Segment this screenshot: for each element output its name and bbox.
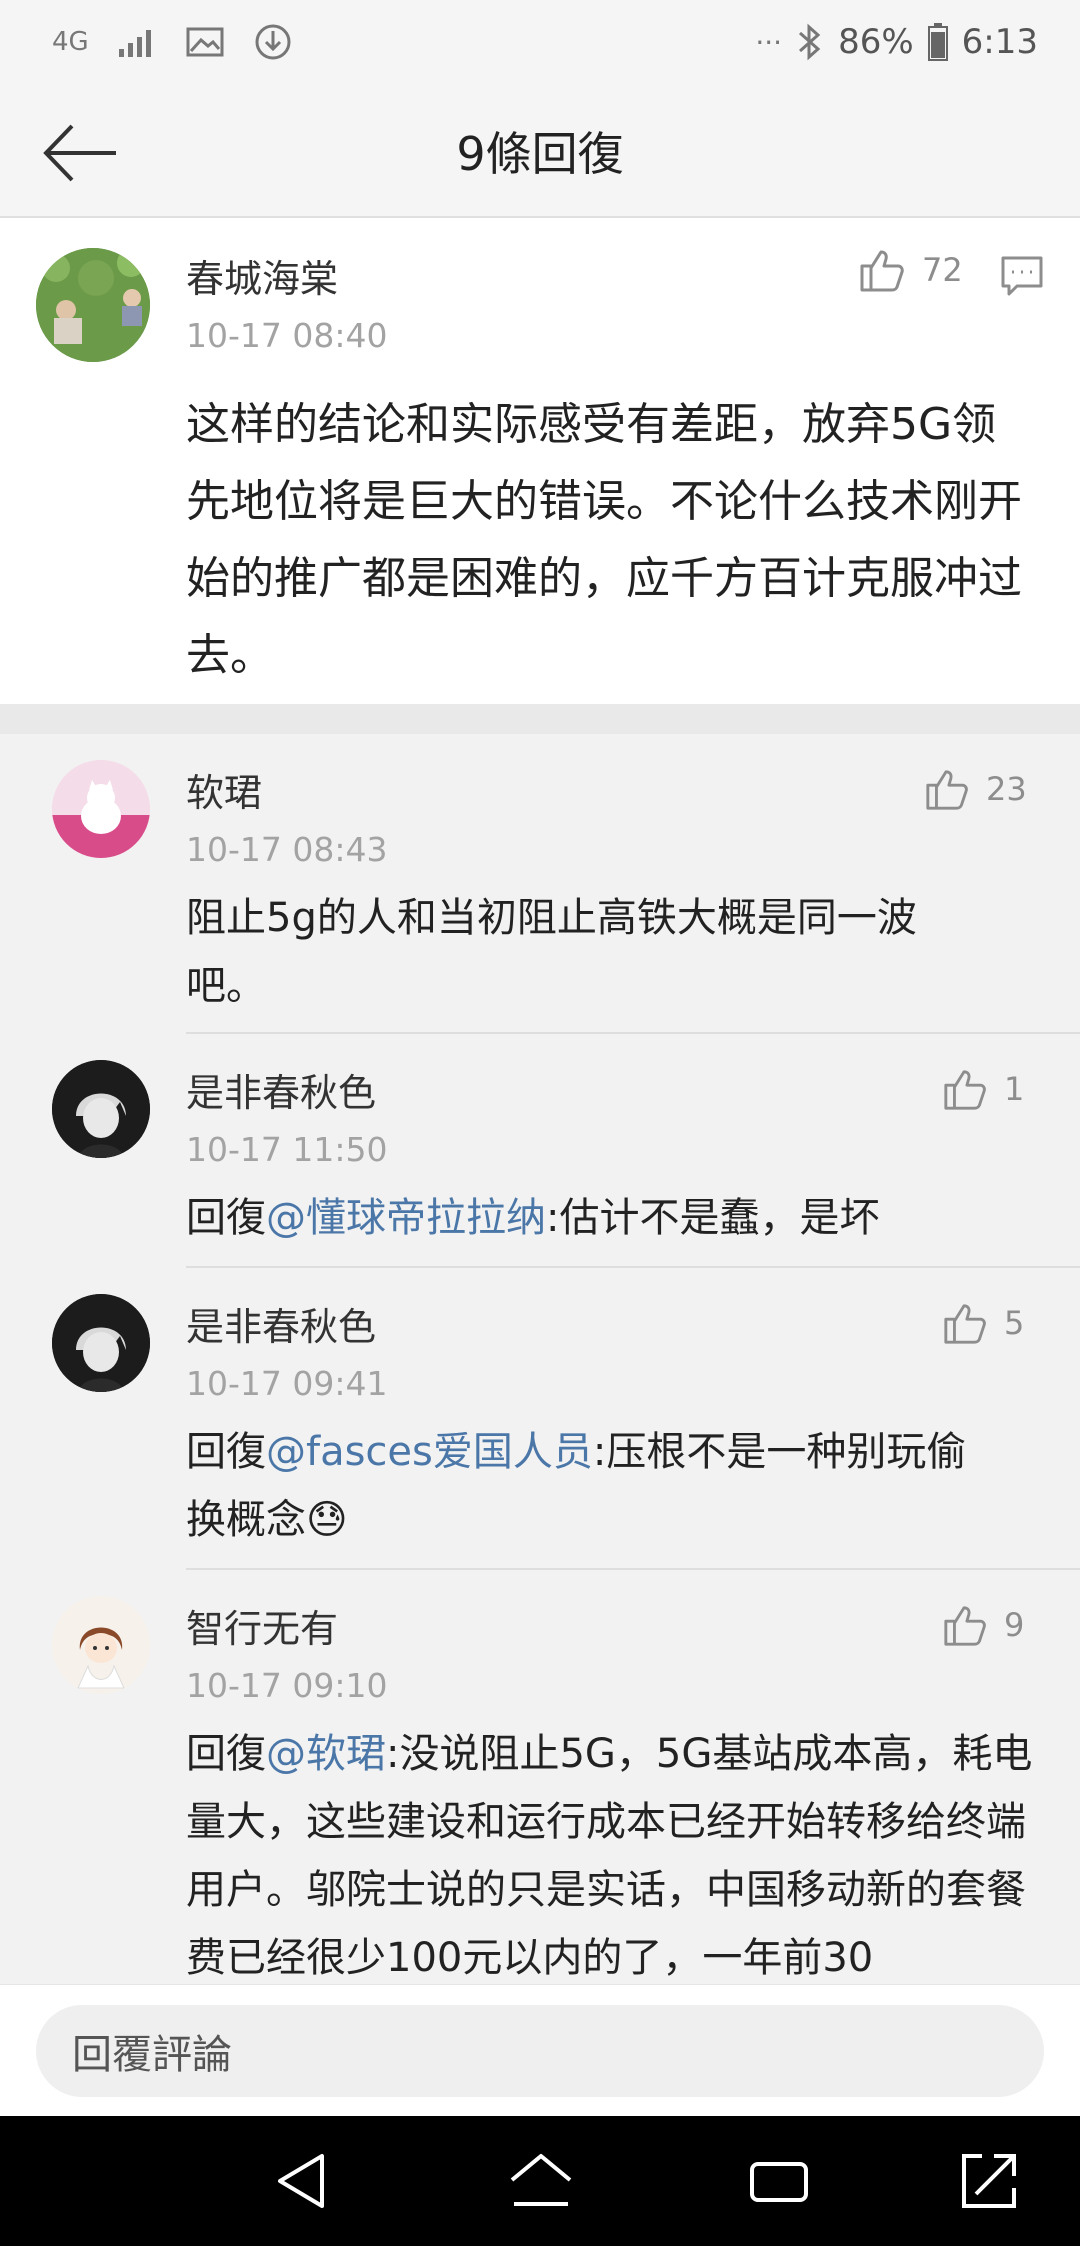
reply-prefix: 回復 <box>186 1429 266 1475</box>
reply-prefix: 回復 <box>186 1731 266 1777</box>
signal-icon <box>118 30 151 57</box>
reply-text: 回復@fasces爱国人员:压根不是一种别玩偷换概念😓 <box>186 1418 1006 1554</box>
comment-time: 10-17 08:40 <box>186 316 388 355</box>
nav-back-button[interactable] <box>270 2148 336 2214</box>
reply-time: 10-17 09:41 <box>186 1364 388 1403</box>
reply-text: 回復@懂球帝拉拉纳:估计不是蠢，是坏 <box>186 1184 1046 1252</box>
thumbs-up-icon <box>944 1606 986 1646</box>
status-bar: 4G ··· 86% 6:13 <box>0 0 1080 90</box>
reply-body: 阻止5g的人和当初阻止高铁大概是同一波吧。 <box>186 895 917 1009</box>
reply-item: 是非春秋色 10-17 09:41 5 回復@fasces爱国人员:压根不是一种… <box>0 1268 1080 1570</box>
thumbs-up-icon <box>944 1070 986 1110</box>
reply-author[interactable]: 是非春秋色 <box>186 1062 376 1117</box>
comment-text: 这样的结论和实际感受有差距，放弃5G领先地位将是巨大的错误。不论什么技术刚开始的… <box>186 399 1022 681</box>
expand-icon <box>962 2154 1016 2208</box>
clock: 6:13 <box>961 22 1038 62</box>
network-indicator: 4G <box>52 27 89 57</box>
battery-percent: 86% <box>838 22 914 62</box>
reply-time: 10-17 08:43 <box>186 830 388 869</box>
like-count: 9 <box>1004 1606 1025 1644</box>
like-count: 23 <box>986 770 1027 808</box>
reply-item: 是非春秋色 10-17 11:50 1 回復@懂球帝拉拉纳:估计不是蠢，是坏 <box>0 1034 1080 1268</box>
download-icon <box>255 24 291 60</box>
like-button[interactable]: 23 <box>924 766 1027 812</box>
reply-input-bar: 回覆評論 <box>0 1984 1080 2117</box>
reply-prefix: 回復 <box>186 1195 266 1241</box>
gallery-icon <box>186 27 224 57</box>
reply-author[interactable]: 智行无有 <box>186 1598 338 1653</box>
reply-body: :估计不是蠢，是坏 <box>546 1195 880 1241</box>
avatar-boy-icon <box>52 1294 150 1392</box>
avatar-cat-icon <box>52 760 150 858</box>
reply-item: 软珺 10-17 08:43 23 阻止5g的人和当初阻止高铁大概是同一波吧。 <box>0 734 1080 1034</box>
like-button[interactable]: 1 <box>942 1066 1024 1112</box>
thumbs-up-icon <box>944 1304 986 1344</box>
battery-icon <box>927 23 948 61</box>
like-count: 5 <box>1004 1304 1025 1342</box>
thumbs-up-icon <box>926 770 968 810</box>
mention-link[interactable]: @fasces爱国人员 <box>266 1429 593 1475</box>
more-status-icon: ··· <box>755 25 783 59</box>
thumbs-up-icon <box>860 250 904 292</box>
reply-input[interactable]: 回覆評論 <box>36 2005 1044 2097</box>
like-button[interactable]: 72 <box>858 246 963 294</box>
main-comment: 春城海棠 10-17 08:40 72 这样的结论和实际感受有差距，放弃5G领先… <box>0 218 1080 704</box>
title-bar: 9條回復 <box>0 90 1080 218</box>
avatar-girl-icon <box>52 1596 150 1694</box>
mention-link[interactable]: @懂球帝拉拉纳 <box>266 1195 546 1241</box>
page-title: 9條回復 <box>456 127 624 181</box>
nav-expand-button[interactable] <box>956 2148 1022 2214</box>
nav-recents-button[interactable] <box>746 2148 812 2214</box>
reply-list: 软珺 10-17 08:43 23 阻止5g的人和当初阻止高铁大概是同一波吧。 … <box>0 734 1080 1984</box>
reply-time: 10-17 11:50 <box>186 1130 388 1169</box>
avatar[interactable] <box>36 248 150 362</box>
avatar[interactable] <box>52 1596 150 1694</box>
reply-item: 智行无有 10-17 09:10 9 回復@软珺:没说阻止5G，5G基站成本高，… <box>0 1570 1080 1984</box>
avatar[interactable] <box>52 1294 150 1392</box>
reply-author[interactable]: 是非春秋色 <box>186 1296 376 1351</box>
avatar-boy-icon <box>52 1060 150 1158</box>
nav-home-button[interactable] <box>508 2148 574 2214</box>
comment-icon <box>1001 256 1043 296</box>
reply-input-placeholder: 回覆評論 <box>72 2032 232 2078</box>
avatar[interactable] <box>52 1060 150 1158</box>
like-count: 72 <box>922 251 963 289</box>
like-count: 1 <box>1004 1070 1025 1108</box>
reply-author[interactable]: 软珺 <box>186 762 262 817</box>
bluetooth-icon <box>799 23 821 61</box>
navigation-bar <box>0 2116 1080 2246</box>
avatar[interactable] <box>52 760 150 858</box>
comment-author[interactable]: 春城海棠 <box>186 248 338 303</box>
reply-text: 阻止5g的人和当初阻止高铁大概是同一波吧。 <box>186 884 976 1020</box>
mention-link[interactable]: @软珺 <box>266 1731 386 1777</box>
home-icon <box>510 2154 572 2206</box>
avatar-photo-icon <box>36 248 150 362</box>
section-divider <box>0 704 1080 734</box>
like-button[interactable]: 5 <box>942 1300 1024 1346</box>
like-button[interactable]: 9 <box>942 1602 1024 1648</box>
reply-time: 10-17 09:10 <box>186 1666 388 1705</box>
reply-text: 回復@软珺:没说阻止5G，5G基站成本高，耗电量大，这些建设和运行成本已经开始转… <box>186 1720 1036 1984</box>
recents-icon <box>750 2162 808 2202</box>
triangle-back-icon <box>278 2154 324 2208</box>
reply-comment-button[interactable] <box>1000 254 1044 298</box>
